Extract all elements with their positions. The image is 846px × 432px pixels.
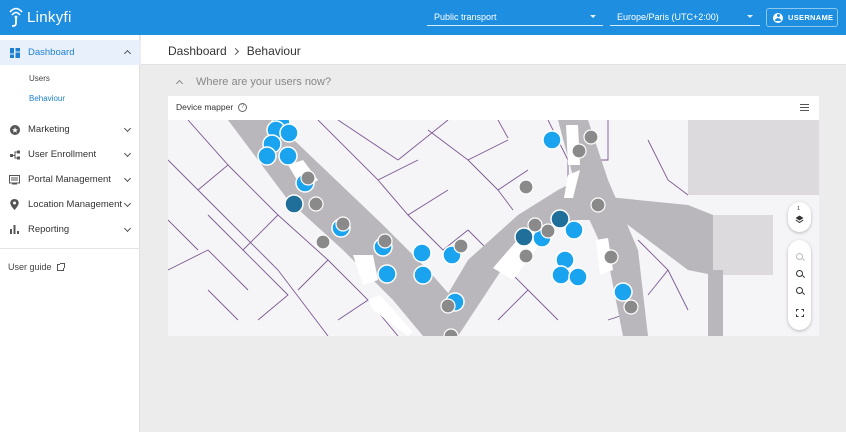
sidebar-item-label: User Enrollment	[28, 149, 97, 160]
chevron-down-icon	[123, 174, 132, 183]
section-header[interactable]: Where are your users now?	[168, 72, 819, 92]
device-markers[interactable]	[257, 120, 639, 336]
zoom-out-button[interactable]	[788, 282, 811, 299]
chevron-down-icon	[123, 149, 132, 158]
chevron-up-icon[interactable]	[175, 79, 184, 88]
layers-icon	[795, 215, 804, 224]
transport-select-value: Public transport	[434, 12, 497, 22]
floor-plan	[168, 120, 819, 336]
zoom-in-button[interactable]	[788, 248, 811, 265]
user-guide-link[interactable]: User guide	[8, 262, 65, 272]
sidebar-item-marketing[interactable]: Marketing	[0, 117, 140, 142]
floor-map[interactable]: 1	[168, 120, 819, 336]
account-circle-icon	[773, 12, 783, 23]
timezone-select[interactable]: Europe/Paris (UTC+2:00)	[610, 8, 760, 26]
chevron-down-icon	[123, 199, 132, 208]
transport-select[interactable]: Public transport	[427, 8, 603, 26]
linkyfi-logo[interactable]: Linkyfi	[8, 6, 72, 28]
bar-chart-icon	[9, 224, 20, 235]
card-title: Device mapper ?	[176, 102, 248, 112]
sidebar-item-portal-management[interactable]: Portal Management	[0, 167, 140, 192]
layer-switcher[interactable]: 1	[788, 202, 811, 232]
sidebar-item-label: Marketing	[28, 124, 70, 135]
page-header: Dashboard Behaviour	[141, 35, 846, 65]
sidebar-item-user-enrollment[interactable]: User Enrollment	[0, 142, 140, 167]
device-mapper-card: Device mapper ? 1	[168, 96, 819, 336]
username-label: USERNAME	[788, 13, 834, 22]
building-block	[688, 120, 819, 195]
zoom-out-icon	[796, 287, 803, 294]
timezone-select-value: Europe/Paris (UTC+2:00)	[617, 12, 719, 22]
sidebar-item-label: Dashboard	[28, 47, 75, 58]
sidebar-subitem-users[interactable]: Users	[29, 74, 50, 83]
external-link-icon	[56, 262, 65, 271]
user-menu-button[interactable]: USERNAME	[766, 8, 838, 27]
zoom-reset-icon	[796, 270, 803, 277]
layer-level: 1	[797, 206, 801, 212]
chevron-down-icon	[123, 124, 132, 133]
star-badge-icon	[9, 124, 20, 135]
sidebar-item-label: Portal Management	[28, 174, 111, 185]
breadcrumb: Dashboard Behaviour	[168, 44, 301, 58]
sidebar: Dashboard Users Behaviour Marketing User…	[0, 35, 140, 432]
fullscreen-icon	[795, 308, 804, 317]
help-icon[interactable]: ?	[238, 102, 248, 112]
zoom-reset-button[interactable]	[788, 265, 811, 282]
user-guide-label: User guide	[8, 262, 52, 272]
location-pin-icon	[9, 199, 20, 210]
sidebar-item-label: Location Management	[28, 199, 123, 210]
list-view-icon[interactable]	[800, 104, 809, 112]
wifi-logo-icon	[9, 7, 23, 27]
top-bar: Linkyfi Public transport Europe/Paris (U…	[0, 0, 846, 35]
sidebar-item-dashboard[interactable]: Dashboard	[0, 40, 140, 65]
section-title: Where are your users now?	[196, 76, 332, 88]
sidebar-divider	[0, 248, 140, 249]
chevron-up-icon	[123, 49, 132, 58]
brand-name: Linkyfi	[27, 8, 72, 26]
sidebar-item-location-management[interactable]: Location Management	[0, 192, 140, 217]
sidebar-item-label: Reporting	[28, 224, 70, 235]
screen-icon	[9, 174, 20, 185]
caret-down-icon	[747, 15, 753, 18]
sidebar-subitem-behaviour[interactable]: Behaviour	[29, 94, 65, 103]
sidebar-item-reporting[interactable]: Reporting	[0, 217, 140, 242]
chevron-down-icon	[123, 224, 132, 233]
building-block	[713, 215, 773, 275]
zoom-in-icon	[796, 253, 803, 260]
card-title-text: Device mapper	[176, 102, 234, 112]
fullscreen-button[interactable]	[788, 304, 811, 321]
zoom-controls	[788, 240, 811, 330]
caret-down-icon	[590, 15, 596, 18]
chevron-right-icon	[231, 47, 239, 55]
corridors	[228, 120, 723, 336]
breadcrumb-current: Behaviour	[246, 44, 301, 58]
breadcrumb-root[interactable]: Dashboard	[168, 44, 227, 58]
dashboard-icon	[9, 47, 20, 58]
share-nodes-icon	[9, 149, 20, 160]
